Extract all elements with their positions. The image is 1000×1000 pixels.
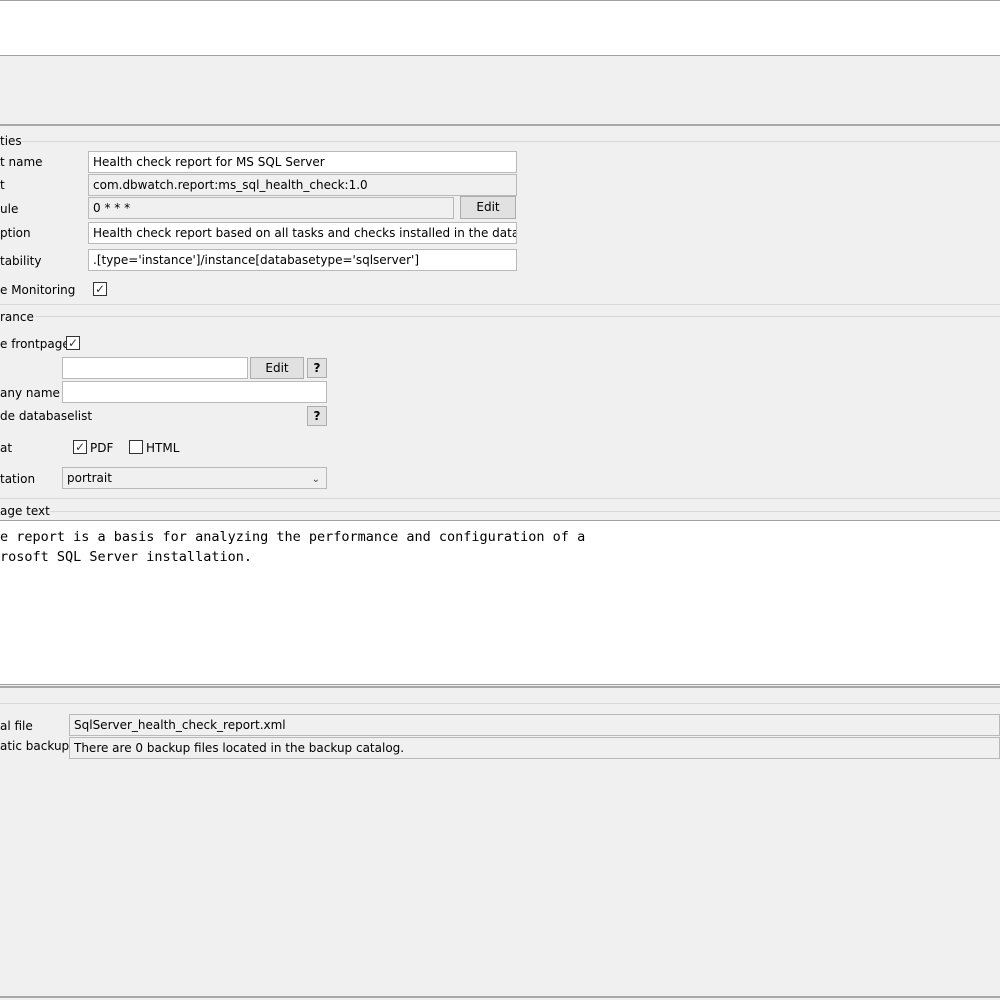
backups-field: There are 0 backup files located in the …: [69, 737, 1000, 759]
frontpage-checkbox[interactable]: ✓: [66, 336, 80, 350]
divider: [0, 703, 1000, 704]
section-properties-label: ties: [0, 134, 22, 148]
description-field[interactable]: Health check report based on all tasks a…: [88, 222, 517, 244]
frontpage-text-area[interactable]: e report is a basis for analyzing the pe…: [0, 520, 1000, 685]
frontpage-text-line: e report is a basis for analyzing the pe…: [0, 529, 586, 545]
divider: [50, 511, 1000, 512]
divider: [0, 304, 1000, 305]
logo-help-button[interactable]: ?: [307, 358, 327, 378]
compatibility-label: tability: [0, 254, 42, 268]
divider: [0, 124, 1000, 126]
divider: [22, 141, 1000, 142]
company-name-label: any name: [0, 386, 60, 400]
local-file-label: al file: [0, 719, 33, 733]
section-appearance-label: rance: [0, 310, 34, 324]
company-name-field[interactable]: [62, 381, 327, 403]
logo-field[interactable]: [62, 357, 248, 379]
orientation-select[interactable]: portrait ⌄: [62, 467, 327, 489]
frontpage-text-line: rosoft SQL Server installation.: [0, 549, 252, 565]
toolbar-area: [0, 57, 1000, 125]
pdf-checkbox[interactable]: ✓: [73, 440, 87, 454]
frontpage-label: e frontpage: [0, 337, 70, 351]
report-id-label: t: [0, 178, 5, 192]
schedule-label: ule: [0, 202, 19, 216]
report-name-label: t name: [0, 155, 43, 169]
report-name-field[interactable]: Health check report for MS SQL Server: [88, 151, 517, 173]
divider: [0, 996, 1000, 998]
monitoring-checkbox[interactable]: ✓: [93, 282, 107, 296]
backups-label: atic backups: [0, 739, 76, 753]
local-file-field: SqlServer_health_check_report.xml: [69, 714, 1000, 736]
orientation-value: portrait: [67, 471, 112, 485]
section-frontpage-text-label: age text: [0, 504, 50, 518]
compatibility-field[interactable]: .[type='instance']/instance[databasetype…: [88, 249, 517, 271]
pdf-label: PDF: [90, 441, 114, 455]
divider: [36, 316, 1000, 317]
monitoring-label: e Monitoring: [0, 283, 76, 297]
chevron-down-icon: ⌄: [311, 474, 320, 485]
html-label: HTML: [146, 441, 180, 455]
schedule-edit-button[interactable]: Edit: [460, 196, 516, 219]
databaselist-label: de databaselist: [0, 409, 93, 423]
schedule-field: 0 * * *: [88, 197, 454, 219]
description-label: ption: [0, 226, 31, 240]
orientation-label: tation: [0, 472, 36, 486]
divider: [0, 498, 1000, 499]
report-id-field: com.dbwatch.report:ms_sql_health_check:1…: [88, 174, 517, 196]
format-label: at: [0, 441, 13, 455]
html-checkbox[interactable]: [129, 440, 143, 454]
top-panel: [0, 0, 1000, 56]
divider: [0, 686, 1000, 688]
logo-edit-button[interactable]: Edit: [250, 357, 304, 379]
databaselist-help-button[interactable]: ?: [307, 406, 327, 426]
